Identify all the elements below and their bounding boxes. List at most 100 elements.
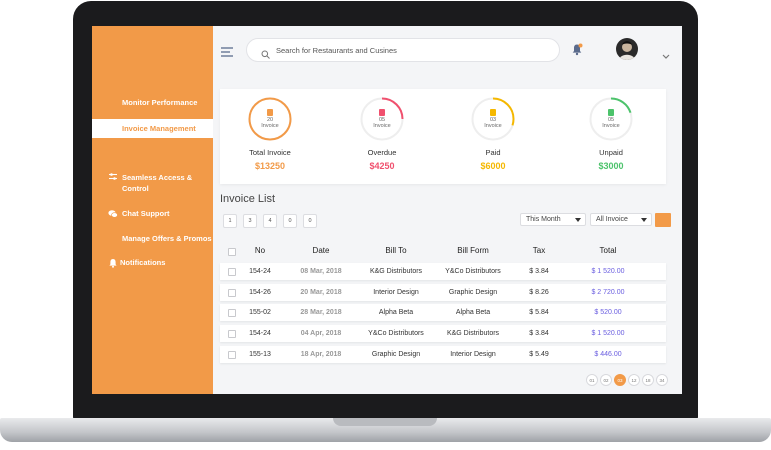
progress-ring: 05 Invoice [360, 97, 404, 141]
progress-ring: 20 Invoice [248, 97, 292, 141]
invoice-list-title: Invoice List [220, 193, 276, 205]
sidebar-item-label: Manage Offers & Promos [122, 234, 212, 243]
summary-amount: $3000 [598, 161, 624, 171]
page-button[interactable]: 34 [656, 374, 668, 386]
cell-bill-to: K&G Distributors [369, 268, 423, 275]
sidebar-item-label: Notifications [120, 258, 166, 267]
cell-date: 28 Mar, 2018 [300, 309, 342, 316]
cell-no: 154-24 [249, 330, 271, 337]
column-header-date[interactable]: Date [290, 240, 352, 262]
chat-icon [108, 209, 118, 219]
invoice-doc-icon [379, 109, 385, 116]
filter-chip[interactable]: 1 [223, 214, 237, 228]
cell-no: 154-24 [249, 268, 271, 275]
summary-unit: Invoice [602, 123, 620, 129]
row-checkbox[interactable] [228, 351, 236, 359]
cell-bill-to: Graphic Design [371, 351, 421, 358]
chevron-down-icon[interactable] [662, 47, 670, 65]
table-row[interactable]: 154-26 20 Mar, 2018 Interior Design Grap… [220, 284, 666, 301]
cell-bill-from: K&G Distributors [446, 330, 500, 337]
menu-icon[interactable] [221, 44, 233, 62]
sidebar-item-label: Monitor Performance [122, 98, 198, 107]
summary-overdue[interactable]: 05 Invoice Overdue $4250 [332, 97, 432, 171]
table-header: No Date Bill To Bill Form Tax Total [220, 240, 666, 262]
table-row[interactable]: 155-02 28 Mar, 2018 Alpha Beta Alpha Bet… [220, 304, 666, 321]
search-bar[interactable]: Search for Restaurants and Cusines [246, 38, 560, 62]
column-header-total[interactable]: Total [572, 240, 644, 262]
notification-bell-icon[interactable] [571, 43, 583, 61]
page-button[interactable]: 12 [628, 374, 640, 386]
sidebar-item-label-line2: Control [122, 184, 149, 193]
row-checkbox[interactable] [228, 268, 236, 276]
summary-unit: Invoice [373, 123, 391, 129]
sidebar-item-invoice-management[interactable]: Invoice Management [92, 119, 213, 138]
sidebar-item-monitor-performance[interactable]: Monitor Performance [92, 98, 213, 112]
cell-total: $ 446.00 [594, 351, 622, 358]
page-button-current[interactable]: 03 [614, 374, 626, 386]
filter-chip[interactable]: 4 [263, 214, 277, 228]
column-header-no[interactable]: No [240, 240, 280, 262]
table-row[interactable]: 154-24 08 Mar, 2018 K&G Distributors Y&C… [220, 263, 666, 280]
page-button[interactable]: 01 [586, 374, 598, 386]
sidebar-item-notifications[interactable]: Notifications [92, 258, 213, 272]
cell-tax: $ 5.84 [529, 309, 549, 316]
column-header-bill-to[interactable]: Bill To [360, 240, 432, 262]
column-header-bill-form[interactable]: Bill Form [436, 240, 510, 262]
row-checkbox[interactable] [228, 289, 236, 297]
filter-chip[interactable]: 0 [303, 214, 317, 228]
page-button[interactable]: 02 [600, 374, 612, 386]
invoice-doc-icon [490, 109, 496, 116]
invoice-type-select[interactable]: All Invoice [590, 213, 652, 226]
filter-chip[interactable]: 3 [243, 214, 257, 228]
sidebar-item-label: Chat Support [122, 209, 170, 218]
cell-bill-from: Alpha Beta [455, 309, 491, 316]
cell-date: 18 Apr, 2018 [300, 351, 342, 358]
caret-down-icon [575, 218, 581, 222]
cell-no: 155-13 [249, 351, 271, 358]
invoice-doc-icon [608, 109, 614, 116]
cell-no: 155-02 [249, 309, 271, 316]
caret-down-icon [641, 218, 647, 222]
summary-total-invoice[interactable]: 20 Invoice Total Invoice $13250 [220, 97, 320, 171]
progress-ring: 05 Invoice [589, 97, 633, 141]
summary-amount: $4250 [369, 161, 395, 171]
column-header-tax[interactable]: Tax [515, 240, 563, 262]
invoice-doc-icon [267, 109, 273, 116]
summary-label: Overdue [367, 148, 397, 157]
sidebar-item-manage-offers[interactable]: Manage Offers & Promos [92, 234, 213, 248]
page-button[interactable]: 18 [642, 374, 654, 386]
cell-total: $ 1 520.00 [591, 330, 625, 337]
summary-label: Paid [485, 148, 501, 157]
period-select-value: This Month [526, 216, 561, 223]
avatar[interactable] [616, 38, 638, 60]
row-checkbox[interactable] [228, 309, 236, 317]
period-select[interactable]: This Month [520, 213, 586, 226]
summary-paid[interactable]: 03 Invoice Paid $6000 [443, 97, 543, 171]
table-row[interactable]: 154-24 04 Apr, 2018 Y&Co Distributors K&… [220, 325, 666, 342]
sidebar-item-chat-support[interactable]: Chat Support [92, 209, 213, 223]
cell-date: 20 Mar, 2018 [300, 289, 342, 296]
sidebar: Monitor Performance Invoice Management S… [92, 26, 213, 394]
table-row[interactable]: 155-13 18 Apr, 2018 Graphic Design Inter… [220, 346, 666, 363]
filter-chip[interactable]: 0 [283, 214, 297, 228]
add-invoice-button[interactable] [655, 213, 671, 227]
cell-bill-to: Y&Co Distributors [368, 330, 424, 337]
summary-amount: $13250 [254, 161, 286, 171]
progress-ring: 03 Invoice [471, 97, 515, 141]
cell-bill-from: Graphic Design [448, 289, 498, 296]
cell-bill-from: Interior Design [450, 351, 496, 358]
summary-unpaid[interactable]: 05 Invoice Unpaid $3000 [561, 97, 661, 171]
sidebar-item-seamless-access[interactable]: Seamless Access & Control [92, 172, 213, 194]
cell-date: 04 Apr, 2018 [300, 330, 342, 337]
search-input[interactable]: Search for Restaurants and Cusines [276, 46, 397, 55]
cell-bill-to: Alpha Beta [378, 309, 414, 316]
cell-total: $ 520.00 [594, 309, 622, 316]
select-all-checkbox[interactable] [228, 248, 236, 256]
cell-tax: $ 8.26 [529, 289, 549, 296]
cell-bill-from: Y&Co Distributors [445, 268, 501, 275]
laptop-notch [333, 418, 437, 426]
sidebar-item-label: Seamless Access & [122, 173, 193, 182]
row-checkbox[interactable] [228, 330, 236, 338]
cell-bill-to: Interior Design [373, 289, 419, 296]
cell-total: $ 1 520.00 [591, 268, 625, 275]
